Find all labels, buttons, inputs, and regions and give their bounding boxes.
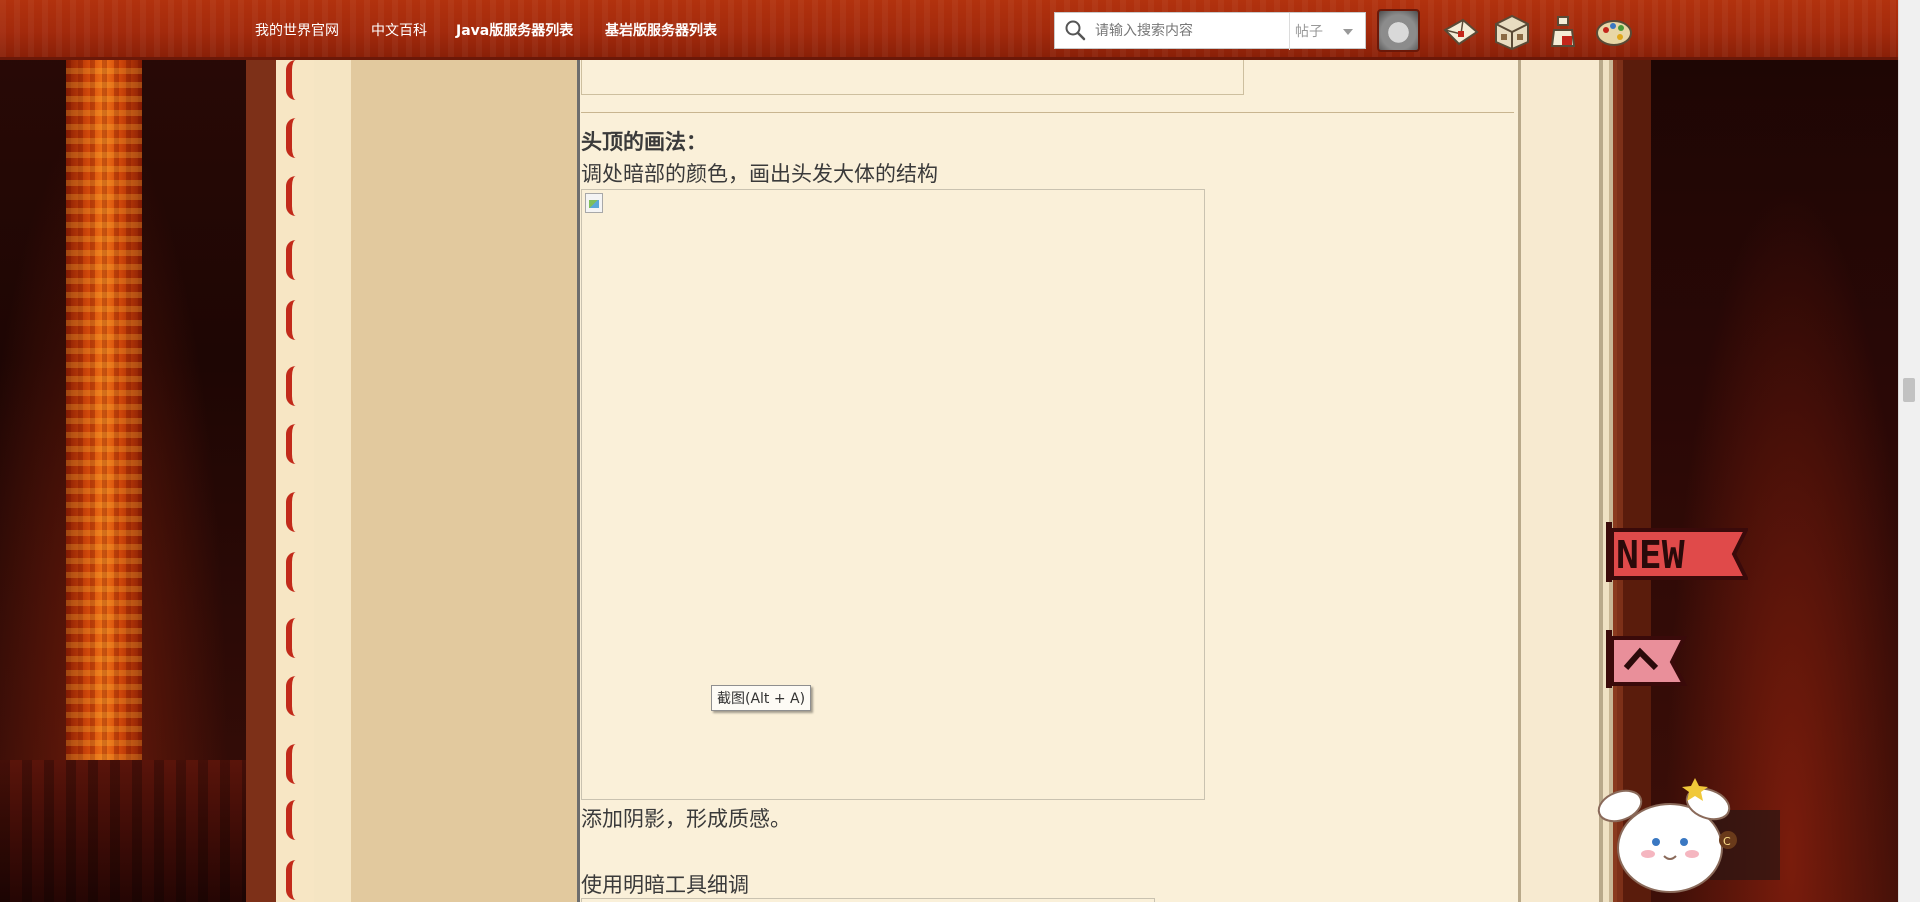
lava-fall-decoration bbox=[66, 58, 142, 788]
section-heading: 头顶的画法： bbox=[581, 130, 707, 154]
nav-link-bedrock-servers[interactable]: 基岩版服务器列表 bbox=[605, 20, 717, 40]
border-ornament bbox=[286, 424, 300, 464]
right-margin-strip bbox=[1521, 0, 1599, 902]
border-ornament bbox=[286, 240, 300, 280]
border-ornament bbox=[286, 60, 300, 100]
screenshot-tooltip: 截图(Alt + A) bbox=[711, 685, 812, 711]
palette-icon[interactable] bbox=[1594, 14, 1634, 50]
search-box: 帖子 bbox=[1054, 12, 1366, 50]
right-border-edge bbox=[1599, 0, 1617, 902]
border-ornament bbox=[286, 860, 300, 900]
section-divider bbox=[581, 112, 1514, 113]
back-to-top-button[interactable] bbox=[1606, 628, 1688, 690]
potion-icon[interactable] bbox=[1544, 14, 1584, 50]
paragraph: 调处暗部的颜色，画出头发大体的结构 bbox=[581, 162, 938, 186]
paragraph: 添加阴影，形成质感。 bbox=[581, 807, 791, 831]
search-icon[interactable] bbox=[1064, 19, 1086, 41]
search-separator bbox=[1289, 13, 1290, 50]
search-input[interactable] bbox=[1095, 18, 1295, 44]
new-label: NEW bbox=[1616, 533, 1685, 577]
border-ornament bbox=[286, 552, 300, 592]
svg-text:C: C bbox=[1723, 835, 1731, 848]
crafting-table-icon[interactable] bbox=[1492, 14, 1532, 50]
nav-link-official-site[interactable]: 我的世界官网 bbox=[255, 20, 339, 40]
side-panel-inner bbox=[314, 0, 351, 902]
border-ornament bbox=[286, 492, 300, 532]
chevron-down-icon[interactable] bbox=[1343, 29, 1353, 35]
broken-image-icon bbox=[585, 193, 603, 213]
nav-link-java-servers[interactable]: Java版服务器列表 bbox=[456, 20, 573, 40]
left-sidebar bbox=[351, 0, 579, 902]
search-type-select[interactable]: 帖子 bbox=[1295, 21, 1323, 41]
mail-icon[interactable] bbox=[1441, 14, 1481, 50]
right-outer-frame bbox=[1617, 0, 1651, 902]
border-ornament bbox=[286, 176, 300, 216]
nether-background-right bbox=[1630, 0, 1898, 902]
decorative-left-border bbox=[276, 0, 314, 902]
border-ornament bbox=[286, 800, 300, 840]
border-ornament bbox=[286, 676, 300, 716]
border-ornament bbox=[286, 300, 300, 340]
border-ornament bbox=[286, 618, 300, 658]
border-ornament bbox=[286, 744, 300, 784]
post-image[interactable] bbox=[581, 189, 1205, 800]
avatar[interactable] bbox=[1377, 9, 1420, 52]
new-posts-badge[interactable]: NEW bbox=[1606, 520, 1748, 584]
post-image[interactable] bbox=[581, 898, 1155, 902]
scrollbar-thumb[interactable] bbox=[1903, 378, 1915, 402]
netherrack-ground-left bbox=[0, 760, 250, 902]
previous-image-box bbox=[581, 58, 1244, 95]
border-ornament bbox=[286, 118, 300, 158]
top-navigation-bar: 我的世界官网 中文百科 Java版服务器列表 基岩版服务器列表 帖子 bbox=[0, 0, 1898, 60]
page-scrollbar[interactable] bbox=[1898, 0, 1920, 902]
paragraph: 使用明暗工具细调 bbox=[581, 873, 749, 897]
nav-link-wiki[interactable]: 中文百科 bbox=[371, 20, 427, 40]
mascot-cinnamoroll-icon[interactable]: C bbox=[1590, 770, 1790, 902]
border-ornament bbox=[286, 366, 300, 406]
